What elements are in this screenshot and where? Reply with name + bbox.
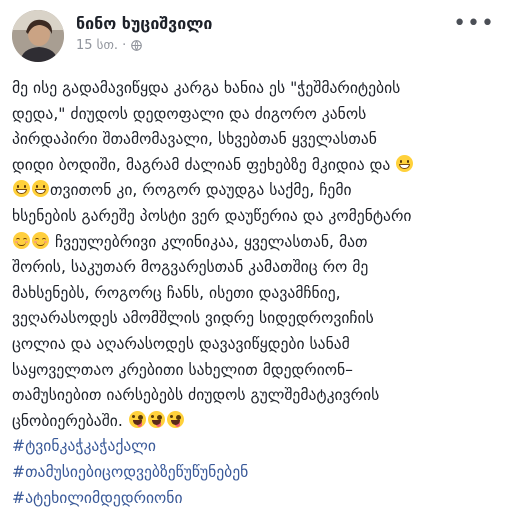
post-text-line: დიდი ბოდიში, მაგრამ ძალიან ფეხებზე მკიდი… (12, 153, 494, 179)
author-name[interactable]: ნინო ხუციშვილი (76, 14, 212, 33)
post-text-line: თამუსიებით იარსებებს ძიუდოს გულშემატკივრ… (12, 383, 494, 409)
post-text-line: შორის, საკუთარ მოგვარესთან კამათშიც რო მ… (12, 255, 494, 281)
post-text-segment: ცნობიერებაში. (12, 412, 123, 430)
post-header: ნინო ხუციშვილი 15 სთ. · ••• (12, 10, 495, 64)
post-text-line: მე ისე გადამავიწყდა კარგა ხანია ეს "ჭეშმ… (12, 76, 494, 102)
hashtag-link[interactable]: #ატეხილიმდედრიონი (12, 486, 494, 511)
winking-tongue-face-icon (167, 411, 184, 428)
post-text-line: ცნობიერებაში. (12, 409, 494, 435)
post-text-line: დედა," ძიუდოს დედოფალი და ძიგორო კანოს (12, 102, 494, 128)
post-timestamp[interactable]: 15 სთ. · (76, 38, 126, 53)
facebook-post: ნინო ხუციშვილი 15 სთ. · ••• მე ისე გადამ… (0, 0, 507, 503)
post-text-line: საყოველთაო კრებითი სახელით მდედრიონ– (12, 358, 494, 384)
post-text-line: პირდაპირი შთამომავალი, სხვებთან ყველასთა… (12, 127, 494, 153)
post-text-line: მახსენებს, როგორც ჩანს, ისეთი დავამჩნიე, (12, 281, 494, 307)
hashtag-link[interactable]: #ტვინკაჭკაჭაქალი (12, 434, 494, 460)
post-text-segment: თვითონ კი, როგორ დაუდგა საქმე, ჩემი (50, 181, 352, 199)
winking-tongue-face-icon (148, 411, 165, 428)
winking-tongue-face-icon (129, 411, 146, 428)
globe-icon (131, 40, 142, 51)
hashtag-link[interactable]: #თამუსიებიცოდვებზეწუწუნებენ (12, 460, 494, 486)
post-text-line: ხსენების გარეშე პოსტი ვერ დაუწერია და კო… (12, 204, 494, 230)
grinning-face-icon (32, 180, 49, 197)
post-text-line: ცოლია და აღარასოდეს დავავიწყდები სანამ (12, 332, 494, 358)
smiling-face-icon (13, 232, 30, 249)
post-text-segment: ჩვეულებრივი კლინიკაა, ყველასთან, მათ (55, 233, 368, 251)
smiling-face-icon (32, 232, 49, 249)
more-options-icon[interactable]: ••• (453, 18, 495, 30)
post-text-line: ჩვეულებრივი კლინიკაა, ყველასთან, მათ (12, 230, 494, 256)
post-meta: 15 სთ. · (76, 38, 142, 53)
post-text-line: ვეღარასოდეს ამომშლის ვიდრე სიდედროვიჩის (12, 306, 494, 332)
post-text: მე ისე გადამავიწყდა კარგა ხანია ეს "ჭეშმ… (12, 76, 494, 511)
post-text-segment: დიდი ბოდიში, მაგრამ ძალიან ფეხებზე მკიდი… (12, 156, 390, 174)
grinning-face-icon (13, 180, 30, 197)
author-avatar[interactable] (12, 10, 64, 62)
post-text-line: თვითონ კი, როგორ დაუდგა საქმე, ჩემი (12, 178, 494, 204)
grinning-face-icon (396, 155, 413, 172)
